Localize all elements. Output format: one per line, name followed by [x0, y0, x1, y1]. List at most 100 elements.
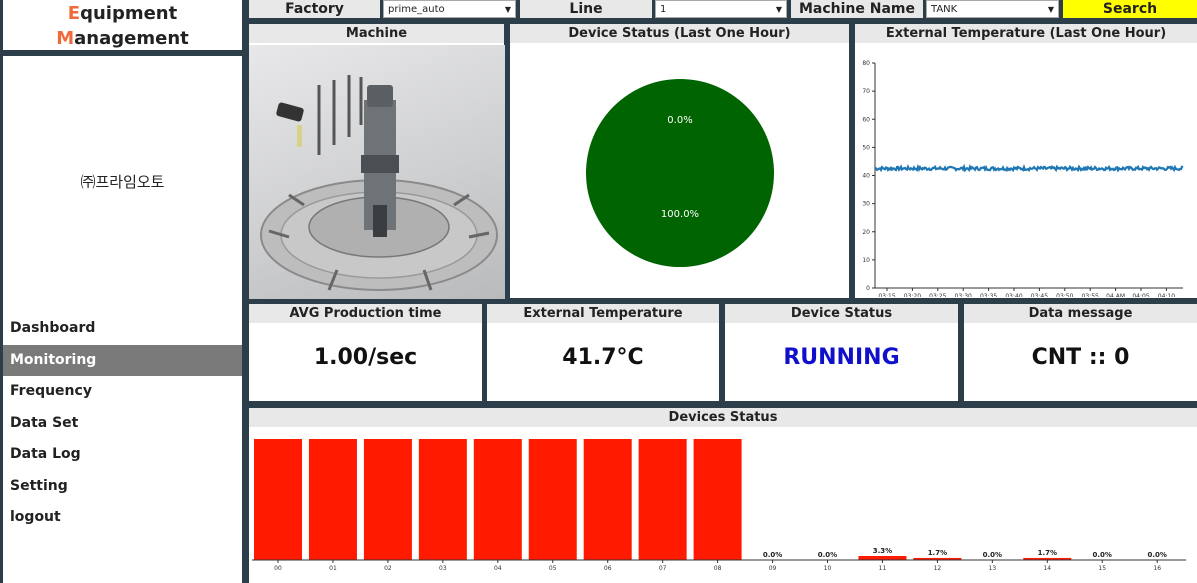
- company-name: ㈜프라임오토: [80, 173, 165, 191]
- device-status-hour-title: Device Status (Last One Hour): [510, 24, 849, 43]
- nav-setting[interactable]: Setting: [3, 471, 242, 503]
- bar-value-label: 0.0%: [763, 551, 782, 559]
- ext-temp-value: 41.7°C: [562, 345, 644, 370]
- bar-category-label: 10: [824, 565, 832, 572]
- logo-line-1: Equipment Management: [56, 3, 189, 49]
- x-tick-label: 03:30: [955, 293, 972, 297]
- bar-category-label: 02: [384, 565, 392, 572]
- bar-category-label: 04: [494, 565, 502, 572]
- y-tick-label: 50: [862, 144, 870, 151]
- device-bar: [254, 439, 302, 560]
- chevron-down-icon: ▼: [775, 5, 782, 14]
- device-bar: [528, 439, 577, 560]
- temperature-line: [874, 163, 1184, 173]
- data-message-panel: Data message CNT :: 0: [964, 304, 1197, 401]
- chevron-down-icon: ▼: [1047, 5, 1054, 14]
- bar-category-label: 07: [659, 565, 667, 572]
- pie-label: 100.0%: [661, 209, 699, 220]
- device-bar: [583, 439, 632, 560]
- devices-status-bar-chart: 00 01 02 03 04 05 06 07 08 0.0% 09 0.0% 10 3.3% 11 1.7%…: [252, 439, 1187, 572]
- x-tick-label: 03:15: [878, 293, 895, 297]
- bar-category-label: 08: [714, 565, 722, 572]
- bar-value-label: 1.7%: [1038, 549, 1057, 557]
- nav-logout[interactable]: logout: [3, 502, 242, 534]
- line-select-value: 1: [660, 4, 667, 15]
- bar-category-label: 13: [989, 565, 997, 572]
- bar-category-label: 11: [879, 565, 887, 572]
- bar-value-label: 3.3%: [873, 547, 892, 555]
- bar-category-label: 12: [934, 565, 942, 572]
- machine-image: [249, 45, 505, 299]
- bar-category-label: 06: [604, 565, 612, 572]
- bar-category-label: 01: [329, 565, 337, 572]
- line-select[interactable]: 1 ▼: [655, 0, 787, 18]
- nav-data-log[interactable]: Data Log: [3, 439, 242, 471]
- bar-category-label: 09: [769, 565, 777, 572]
- x-tick-label: 04:10: [1158, 293, 1175, 297]
- x-tick-label: 04 AM: [1106, 293, 1125, 297]
- x-tick-label: 04:05: [1132, 293, 1149, 297]
- line-label: Line: [520, 0, 652, 18]
- y-tick-label: 0: [866, 285, 870, 292]
- sidebar: ㈜프라임오토 Dashboard Monitoring Frequency Da…: [3, 56, 242, 583]
- search-button[interactable]: Search: [1063, 0, 1197, 18]
- avg-production-panel: AVG Production time 1.00/sec: [249, 304, 482, 401]
- y-tick-label: 60: [862, 116, 870, 123]
- y-tick-label: 80: [862, 60, 870, 67]
- bar-category-label: 03: [439, 565, 447, 572]
- bar-value-label: 0.0%: [1147, 551, 1166, 559]
- bar-category-label: 14: [1043, 565, 1051, 572]
- device-status-pie-chart: 0.0% 100.0%: [586, 79, 774, 267]
- x-tick-label: 03:20: [904, 293, 921, 297]
- sidebar-nav: Dashboard Monitoring Frequency Data Set …: [3, 313, 242, 534]
- data-message-value: CNT :: 0: [1031, 345, 1130, 370]
- device-status-panel: Device Status RUNNING: [725, 304, 958, 401]
- ext-temp-hour-title: External Temperature (Last One Hour): [855, 24, 1197, 43]
- bar-category-label: 15: [1098, 565, 1106, 572]
- device-bar: [693, 439, 742, 560]
- x-tick-label: 03:40: [1005, 293, 1022, 297]
- bar-value-label: 1.7%: [928, 549, 947, 557]
- machine-illustration: [260, 75, 498, 291]
- device-bar: [638, 439, 687, 560]
- avg-production-value: 1.00/sec: [313, 345, 418, 370]
- y-tick-label: 20: [862, 229, 870, 236]
- y-tick-label: 30: [862, 201, 870, 208]
- device-status-title: Device Status: [725, 304, 958, 323]
- avg-production-title: AVG Production time: [249, 304, 482, 323]
- device-bar: [473, 439, 522, 560]
- device-bar: [308, 439, 357, 560]
- nav-dashboard[interactable]: Dashboard: [3, 313, 242, 345]
- x-tick-label: 03:55: [1082, 293, 1099, 297]
- factory-select-value: prime_auto: [388, 4, 445, 15]
- nav-monitoring[interactable]: Monitoring: [3, 344, 242, 376]
- pie-slice: [586, 79, 774, 267]
- bar-value-label: 0.0%: [1093, 551, 1112, 559]
- machine-panel-title: Machine: [249, 24, 504, 43]
- device-status-hour-panel: Device Status (Last One Hour) 0.0% 100.0%: [510, 24, 849, 298]
- machine-name-select[interactable]: TANK ▼: [926, 0, 1059, 18]
- x-tick-label: 03:35: [980, 293, 997, 297]
- device-status-value: RUNNING: [783, 345, 900, 370]
- pie-label: 0.0%: [667, 115, 692, 126]
- device-bar: [363, 439, 412, 560]
- factory-label: Factory: [249, 0, 380, 18]
- y-tick-label: 40: [862, 173, 870, 180]
- app-logo: Equipment Management System: [3, 0, 242, 74]
- devices-status-panel: Devices Status 00 01 02 03 04 05 06 07 08 0.0% 09 0…: [249, 408, 1197, 583]
- x-tick-label: 03:25: [929, 293, 946, 297]
- device-bar: [858, 556, 907, 560]
- device-bar: [418, 439, 467, 560]
- x-tick-label: 03:45: [1031, 293, 1048, 297]
- chevron-down-icon: ▼: [504, 5, 511, 14]
- nav-frequency[interactable]: Frequency: [3, 376, 242, 408]
- machine-name-label: Machine Name: [791, 0, 923, 18]
- bar-value-label: 0.0%: [818, 551, 837, 559]
- nav-data-set[interactable]: Data Set: [3, 408, 242, 440]
- bar-category-label: 05: [549, 565, 557, 572]
- ext-temp-line-chart: 0 10 20 30 40 50 60 70 80 03:15 03:20 03:25 03:30 03:…: [862, 60, 1184, 300]
- y-tick-label: 10: [862, 257, 870, 264]
- machine-panel: Machine: [249, 24, 505, 299]
- factory-select[interactable]: prime_auto ▼: [383, 0, 516, 18]
- bar-value-label: 0.0%: [983, 551, 1002, 559]
